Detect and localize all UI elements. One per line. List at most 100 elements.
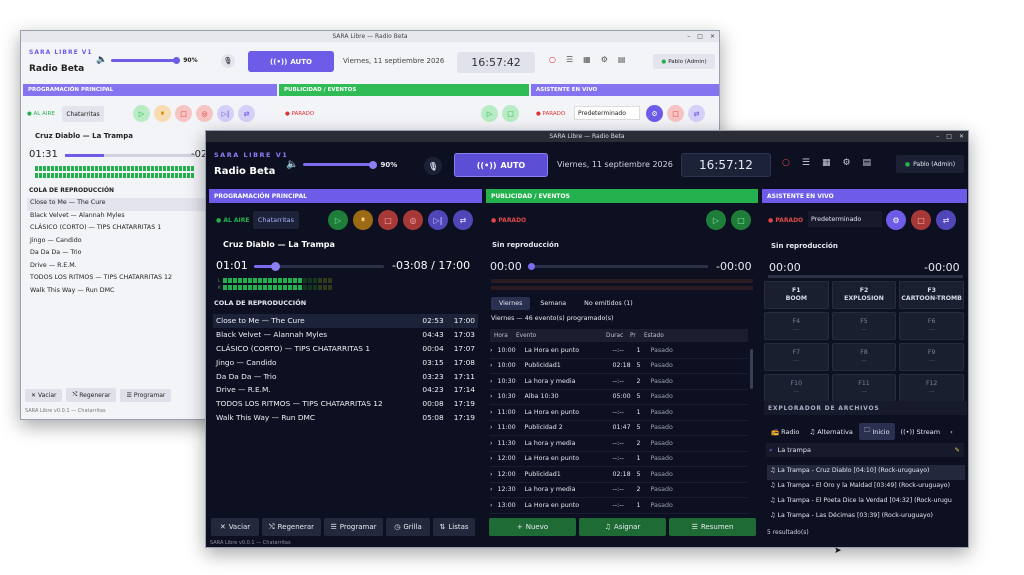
tab-radio[interactable]: 📻 Radio [767, 425, 803, 439]
event-row[interactable]: › 10:30 La hora y media --:-- 2 Pasado [490, 374, 748, 390]
fkey-button[interactable]: F5— [831, 312, 897, 340]
back-queue-row[interactable]: Walk This Way — Run DMC [27, 286, 209, 299]
close-icon[interactable]: ✕ [959, 131, 964, 142]
event-row[interactable]: › 11:00 La Hora en punto --:-- 1 Pasado [490, 405, 748, 421]
live-loop-button[interactable]: ⇄ [688, 105, 705, 122]
fkey-button[interactable]: F7— [764, 343, 829, 371]
events-play-button[interactable]: ▷ [481, 105, 498, 122]
auto-button[interactable]: ((•)) AUTO [454, 153, 548, 177]
pause-button[interactable]: ⏸ [353, 210, 373, 230]
events-play-button[interactable]: ▷ [706, 210, 726, 230]
events-stop-button[interactable]: □ [502, 105, 519, 122]
minimize-icon[interactable]: – [687, 31, 690, 42]
volume-control[interactable]: 🔈 90% [96, 55, 198, 65]
auto-button[interactable]: ((•)) AUTO [248, 51, 334, 72]
tab-inicio[interactable]: 🗀 Inicio [858, 423, 895, 440]
queue-row[interactable]: Da Da Da — Trio 03:23 17:11 [213, 369, 478, 383]
event-row[interactable]: › 11:30 La hora y media --:-- 2 Pasado [490, 436, 748, 452]
fkey-button[interactable]: F1 BOOM [764, 281, 829, 309]
stop-button[interactable]: □ [175, 105, 192, 122]
live-settings-button[interactable]: ⚙ [646, 105, 663, 122]
search-input[interactable]: ⌕ La trampa ✎ [766, 443, 964, 457]
queue-row[interactable]: Close to Me — The Cure 02:53 17:00 [213, 314, 478, 328]
event-row[interactable]: › 10:00 Publicidad1 02:18 5 Pasado [490, 359, 748, 374]
events-progress[interactable] [528, 263, 708, 270]
user-badge[interactable]: ● Pablo (Admin) [896, 155, 964, 173]
next-button[interactable]: ▷| [428, 210, 448, 230]
maximize-icon[interactable]: □ [946, 131, 952, 142]
fkey-button[interactable]: F3 CARTOON-TROMB [899, 281, 964, 309]
fkey-button[interactable]: F12— [899, 374, 964, 402]
mic-icon[interactable]: 🎙 [221, 54, 235, 68]
assign-button[interactable]: ♫ Asignar [579, 518, 666, 536]
play-button[interactable]: ▷ [133, 105, 150, 122]
event-row[interactable]: › 12:30 La hora y media --:-- 2 Pasado [490, 483, 748, 498]
log-icon[interactable]: ▤ [618, 55, 626, 64]
equalizer-icon[interactable]: ☰ [802, 158, 810, 168]
events-stop-button[interactable]: □ [731, 210, 751, 230]
preset-select[interactable]: Predeterminado [808, 211, 882, 227]
result-item[interactable]: ♫ La Trampa - El Oro y la Maldad [03:49]… [767, 480, 965, 495]
next-button[interactable]: ▷| [217, 105, 234, 122]
back-clear-button[interactable]: ✕ Vaciar [25, 388, 63, 402]
loop-button[interactable]: ⇄ [453, 210, 473, 230]
grid-icon[interactable]: ▦ [583, 55, 591, 64]
queue-row[interactable]: CLÁSICO (CORTO) — TIPS CHATARRITAS 1 00:0… [213, 342, 478, 356]
event-row[interactable]: › 10:30 Alba 10:30 05:00 5 Pasado [490, 390, 748, 405]
fkey-button[interactable]: F8— [831, 343, 897, 371]
tab-alternativa[interactable]: ♫ Alternativa [805, 425, 856, 439]
gear-icon[interactable]: ⚙ [601, 55, 608, 64]
tab-chatarritas[interactable]: Chatarritas [62, 106, 104, 122]
event-row[interactable]: › 13:00 La Hora en punto --:-- 1 Pasado [490, 498, 748, 514]
live-stop-button[interactable]: □ [911, 210, 931, 230]
record-icon[interactable]: ○ [782, 158, 790, 168]
lists-button[interactable]: ⇅ Listas [433, 518, 475, 536]
clear-queue-button[interactable]: ✕ Vaciar [211, 518, 259, 536]
fkey-button[interactable]: F9— [899, 343, 964, 371]
record-button[interactable]: ◎ [403, 210, 423, 230]
events-scrollbar[interactable] [750, 349, 753, 389]
back-queue-row[interactable]: Jingo — Candido [27, 236, 209, 249]
tab-viernes[interactable]: Viernes [491, 297, 531, 310]
back-queue-row[interactable]: Da Da Da — Trio [27, 248, 209, 261]
tab-semana[interactable]: Semana [532, 297, 574, 310]
result-item[interactable]: ♫ La Trampa - Cruz Diablo [04:10] (Rock-… [767, 465, 965, 480]
live-stop-button[interactable]: □ [667, 105, 684, 122]
back-queue-row[interactable]: CLÁSICO (CORTO) — TIPS CHATARRITAS 1 [27, 223, 209, 236]
clear-search-icon[interactable]: ✎ [955, 446, 960, 454]
progress-bar[interactable] [65, 154, 195, 157]
mic-icon[interactable]: 🎙 [424, 157, 442, 175]
fkey-button[interactable]: F2 EXPLOSION [831, 281, 897, 309]
event-row[interactable]: › 12:00 Publicidad1 02:18 5 Pasado [490, 467, 748, 483]
equalizer-icon[interactable]: ☰ [566, 55, 573, 64]
minimize-icon[interactable]: – [936, 131, 939, 142]
tab-chatarritas[interactable]: Chatarritas [253, 211, 299, 229]
event-row[interactable]: › 12:00 La Hora en punto --:-- 1 Pasado [490, 452, 748, 467]
user-badge[interactable]: ● Pablo (Admin) [653, 54, 715, 69]
maximize-icon[interactable]: □ [697, 31, 703, 42]
fkey-button[interactable]: F6— [899, 312, 964, 340]
loop-button[interactable]: ⇄ [238, 105, 255, 122]
play-button[interactable]: ▷ [328, 210, 348, 230]
back-schedule-button[interactable]: ☰ Programar [120, 388, 172, 402]
event-row[interactable]: › 10:00 La Hora en punto --:-- 1 Pasado [490, 343, 748, 359]
back-queue-row[interactable]: Black Velvet — Alannah Myles [27, 211, 209, 224]
log-icon[interactable]: ▤ [863, 158, 872, 168]
queue-row[interactable]: Walk This Way — Run DMC 05:08 17:19 [213, 411, 478, 425]
queue-row[interactable]: Black Velvet — Alannah Myles 04:43 17:03 [213, 328, 478, 342]
event-row[interactable]: › 11:00 Publicidad 2 01:47 5 Pasado [490, 421, 748, 436]
gear-icon[interactable]: ⚙ [842, 158, 850, 168]
summary-button[interactable]: ☰ Resumen [669, 518, 756, 536]
grid-button[interactable]: ◷ Grilla [386, 518, 430, 536]
regenerate-button[interactable]: ⤭ Regenerar [262, 518, 321, 536]
back-regenerate-button[interactable]: ⤭ Regenerar [66, 388, 117, 402]
tab-stream[interactable]: ((•)) Stream [897, 425, 945, 439]
volume-control[interactable]: 🔈 90% [286, 159, 397, 170]
chevron-left-icon[interactable]: ‹ [950, 428, 953, 436]
queue-row[interactable]: Jingo — Candido 03:15 17:08 [213, 355, 478, 369]
fkey-button[interactable]: F11— [831, 374, 897, 402]
live-settings-button[interactable]: ⚙ [886, 210, 906, 230]
queue-row[interactable]: Drive — R.E.M. 04:23 17:14 [213, 383, 478, 397]
grid-icon[interactable]: ▦ [822, 158, 831, 168]
pause-button[interactable]: ⏸ [154, 105, 171, 122]
